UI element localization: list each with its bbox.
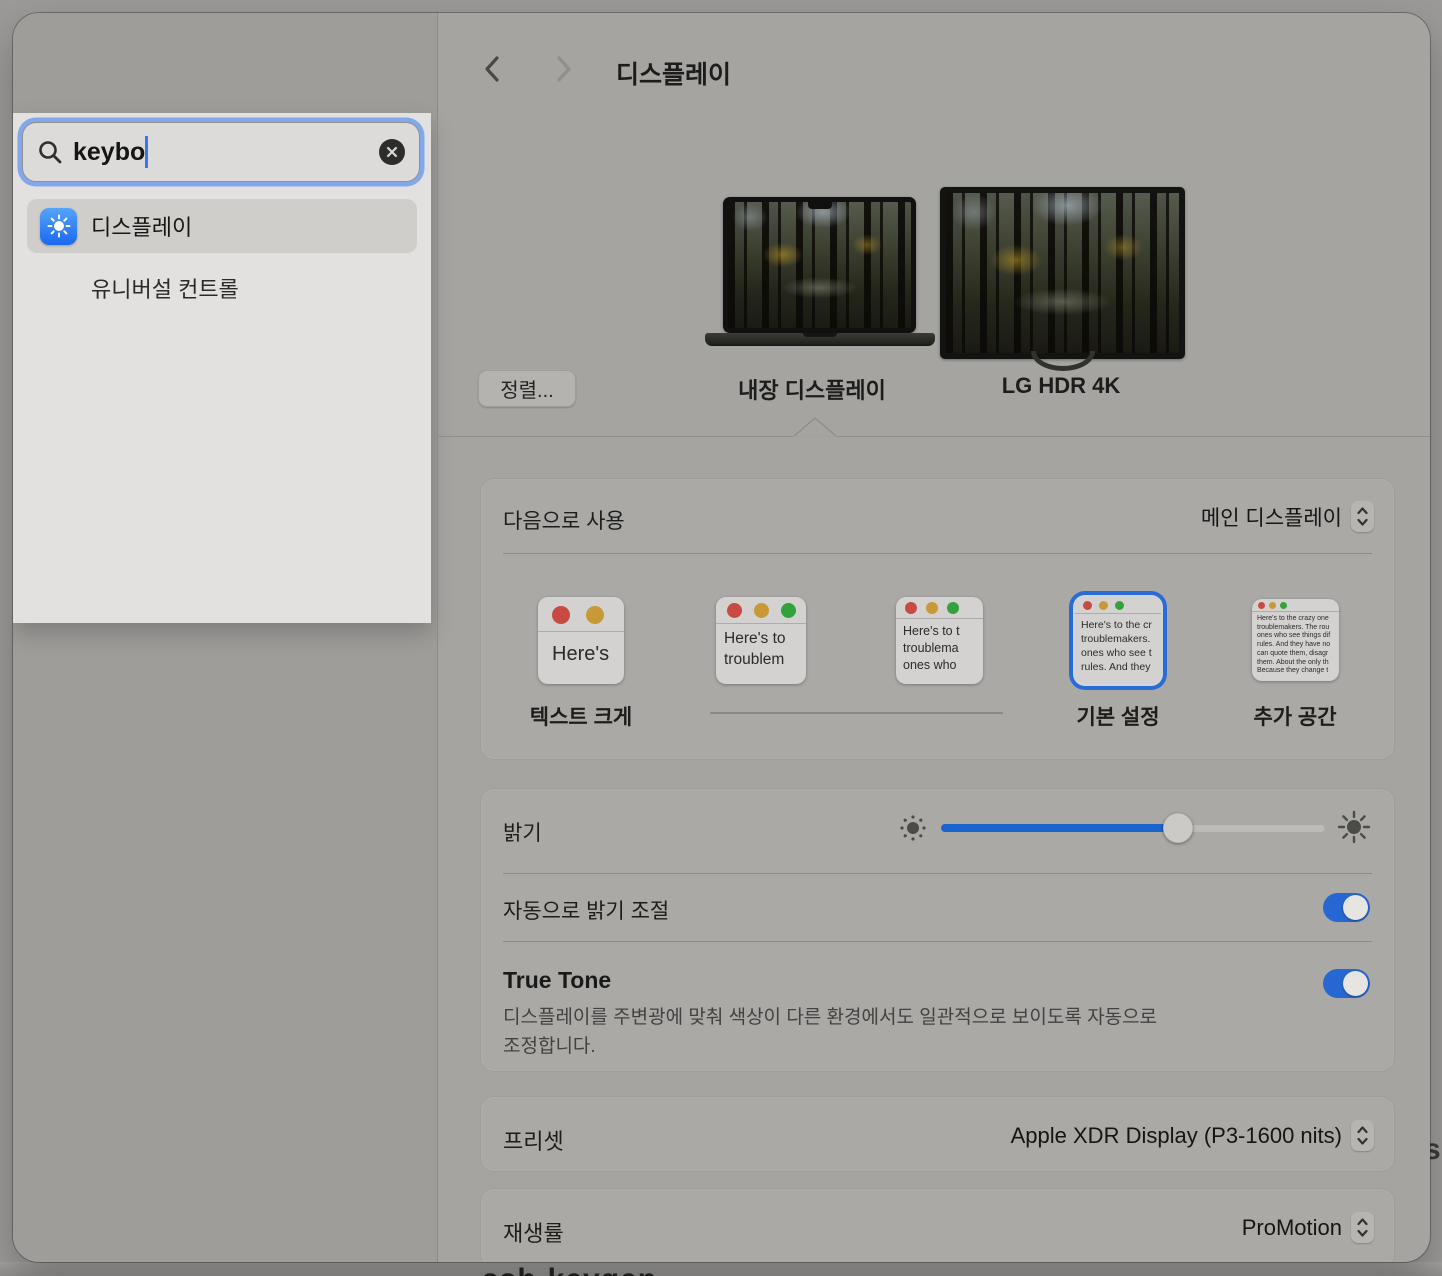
- true-tone-toggle[interactable]: [1323, 969, 1370, 998]
- nav-buttons: [482, 55, 574, 83]
- row-divider: [503, 941, 1372, 942]
- search-input[interactable]: keybo: [22, 122, 420, 182]
- wallpaper-forest-image: [728, 202, 911, 328]
- refresh-rate-dropdown[interactable]: ProMotion: [1242, 1212, 1374, 1243]
- sidebar-item-label: 디스플레이: [91, 210, 192, 242]
- sidebar-item-universal-control[interactable]: 유니버설 컨트롤: [27, 261, 417, 315]
- search-results-panel: keybo: [13, 113, 431, 623]
- brightness-label: 밝기: [503, 817, 542, 847]
- x-icon: [386, 146, 398, 158]
- auto-brightness-label: 자동으로 밝기 조절: [503, 895, 669, 925]
- refresh-rate-label: 재생률: [503, 1216, 564, 1248]
- scaling-option-default[interactable]: Here's to the cr troublemakers. ones who…: [1075, 597, 1161, 684]
- mini-window-titlebar: [1252, 599, 1339, 612]
- monitor-stand: [1031, 351, 1095, 371]
- selected-display-pointer: [793, 417, 837, 437]
- search-query-text: keybo: [73, 138, 145, 167]
- toggle-knob: [1343, 895, 1368, 920]
- external-display-label: LG HDR 4K: [1002, 373, 1121, 399]
- use-as-value: 메인 디스플레이: [1201, 502, 1342, 532]
- builtin-display-label: 내장 디스플레이: [738, 373, 886, 405]
- chevron-up-down-icon: [1351, 1212, 1374, 1243]
- scaling-option-more-space[interactable]: Here's to the crazy one troublemakers. T…: [1252, 599, 1339, 681]
- builtin-display-thumbnail[interactable]: [723, 197, 916, 333]
- sidebar-item-displays[interactable]: 디스플레이: [27, 199, 417, 253]
- mini-window-titlebar: [1075, 597, 1161, 614]
- brightness-high-icon: [1337, 810, 1371, 844]
- search-icon: [37, 139, 63, 165]
- scaling-label-default: 기본 설정: [1076, 701, 1159, 731]
- wallpaper-forest-image: [946, 193, 1179, 353]
- brightness-thumb[interactable]: [1163, 813, 1193, 843]
- auto-brightness-toggle[interactable]: [1323, 893, 1370, 922]
- true-tone-label: True Tone: [503, 967, 611, 994]
- system-settings-window: keybo: [13, 13, 1430, 1262]
- sidebar-item-label: 유니버설 컨트롤: [91, 272, 239, 304]
- preset-card: 프리셋 Apple XDR Display (P3-1600 nits): [480, 1096, 1395, 1172]
- mini-window-titlebar: [716, 597, 806, 624]
- use-as-label: 다음으로 사용: [503, 505, 625, 535]
- section-divider: [438, 436, 1430, 437]
- chevron-up-down-icon: [1351, 1120, 1374, 1151]
- brightness-fill: [941, 824, 1178, 832]
- brightness-low-icon: [898, 813, 928, 843]
- brightness-card: 밝기: [480, 788, 1395, 1072]
- scaling-option-3[interactable]: Here's to t troublema ones who: [896, 597, 983, 684]
- display-settings-card: 다음으로 사용 메인 디스플레이 Here's: [480, 478, 1395, 760]
- text-cursor: [145, 136, 148, 168]
- scaling-label-larger-text: 텍스트 크게: [530, 701, 632, 731]
- chevron-up-down-icon: [1351, 501, 1374, 532]
- scaling-label-more-space: 추가 공간: [1253, 701, 1336, 731]
- sidebar: keybo: [13, 13, 437, 1262]
- laptop-notch: [808, 202, 832, 209]
- toggle-knob: [1343, 971, 1368, 996]
- laptop-base: [705, 333, 935, 346]
- true-tone-description: 디스플레이를 주변광에 맞춰 색상이 다른 환경에서도 일관적으로 보이도록 자…: [503, 1003, 1157, 1061]
- brightness-slider[interactable]: [941, 824, 1325, 832]
- refresh-rate-value: ProMotion: [1242, 1215, 1342, 1241]
- back-button[interactable]: [482, 55, 502, 83]
- preset-value: Apple XDR Display (P3-1600 nits): [1011, 1123, 1342, 1149]
- arrange-displays-button[interactable]: 정렬...: [478, 370, 576, 407]
- mini-window-titlebar: [538, 597, 624, 632]
- row-divider: [503, 553, 1372, 554]
- clear-search-button[interactable]: [379, 139, 405, 165]
- forward-button[interactable]: [554, 55, 574, 83]
- background-terminal-text: ssh-keygen: [482, 1263, 657, 1276]
- scaling-option-2[interactable]: Here's to troublem: [716, 597, 806, 684]
- display-brightness-icon: [40, 208, 77, 245]
- desktop-background-strip: ssh-keygen: [0, 1262, 1442, 1276]
- mini-window-titlebar: [896, 597, 983, 619]
- page-title: 디스플레이: [616, 55, 731, 91]
- scaling-option-larger-text[interactable]: Here's: [538, 597, 624, 684]
- content-pane: 디스플레이 정렬... 내장 디스플레이 LG HDR 4K 다음으로 사용 메…: [438, 13, 1430, 1262]
- scaling-track-line: [710, 712, 1003, 714]
- refresh-rate-card: 재생률 ProMotion: [480, 1188, 1395, 1262]
- preset-label: 프리셋: [503, 1124, 564, 1156]
- use-as-dropdown[interactable]: 메인 디스플레이: [1201, 501, 1374, 532]
- preset-dropdown[interactable]: Apple XDR Display (P3-1600 nits): [1011, 1120, 1374, 1151]
- external-display-thumbnail[interactable]: [940, 187, 1185, 359]
- row-divider: [503, 873, 1372, 874]
